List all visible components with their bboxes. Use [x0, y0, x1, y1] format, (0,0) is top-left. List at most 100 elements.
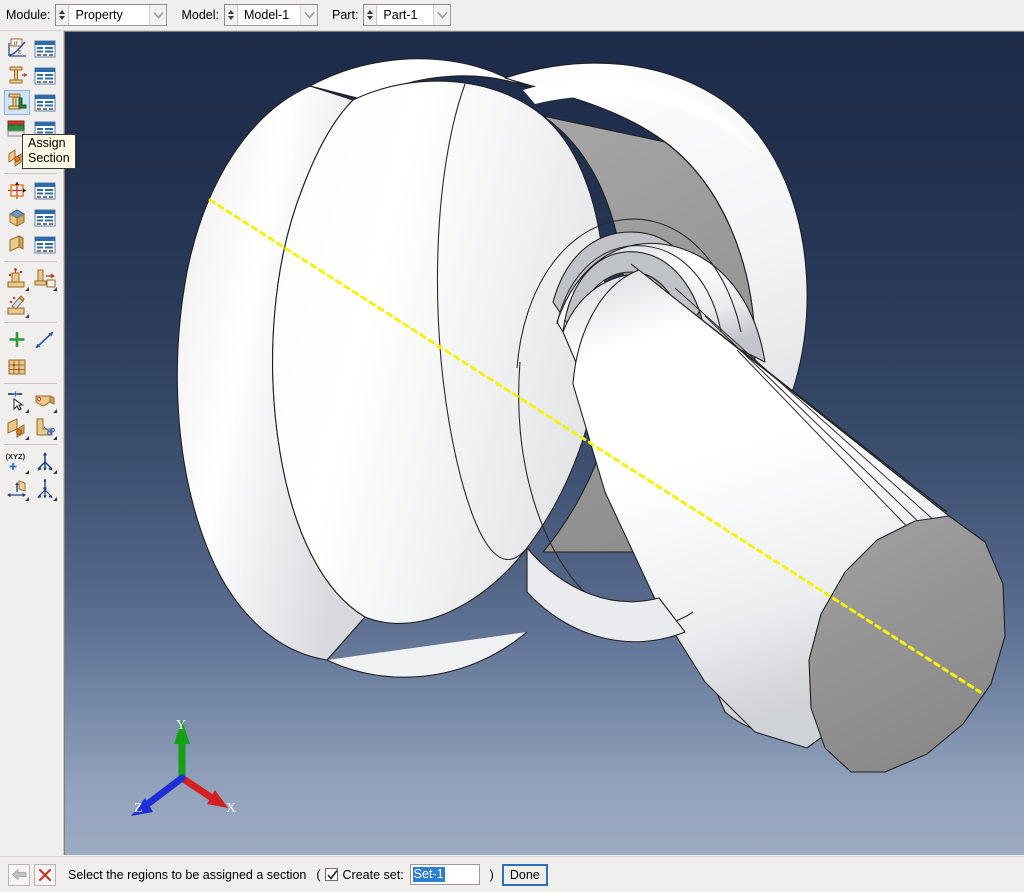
create-datum-axis-button[interactable]: [32, 327, 58, 352]
done-button[interactable]: Done: [501, 863, 548, 886]
triad-label-y: Y: [176, 718, 187, 733]
flyout-marker-icon: [25, 314, 29, 318]
tooltip-line-1: Assign: [28, 136, 66, 150]
model-combo-value: Model-1: [244, 8, 290, 22]
part-spinner[interactable]: [364, 5, 378, 25]
partition-face-button[interactable]: [4, 415, 30, 440]
prompt-open-paren: (: [316, 867, 321, 882]
prompt-close-paren: ): [489, 867, 494, 882]
spinner-down-icon: [228, 16, 235, 20]
part-combo[interactable]: Part-1: [363, 4, 452, 26]
model-viewport[interactable]: Y X Z: [65, 32, 1024, 855]
spinner-up-icon: [228, 10, 235, 14]
set-name-input[interactable]: Set-1: [409, 864, 480, 885]
toolbox-separator: [4, 261, 57, 262]
attribute-display-button[interactable]: [32, 476, 58, 501]
flyout-marker-icon: [25, 497, 29, 501]
assign-section-tooltip: Assign Section: [22, 134, 76, 169]
create-skin-button[interactable]: [4, 178, 30, 203]
toolbox-row: [0, 62, 63, 89]
spinner-down-icon: [59, 16, 66, 20]
toolbox-separator: [4, 444, 57, 445]
cancel-x-icon: [38, 868, 52, 881]
model-label: Model:: [181, 8, 220, 22]
chevron-down-icon[interactable]: [300, 5, 318, 25]
section-manager-button[interactable]: [32, 63, 58, 88]
part-label: Part:: [332, 8, 359, 22]
spinner-down-icon: [367, 16, 374, 20]
svg-text:ε: ε: [18, 48, 22, 56]
model-combo[interactable]: Model-1: [224, 4, 319, 26]
model-spinner[interactable]: [225, 5, 239, 25]
partition-cell-button[interactable]: [32, 415, 58, 440]
material-manager-button[interactable]: [32, 36, 58, 61]
flyout-marker-icon: [25, 287, 29, 291]
assign-section-button[interactable]: [4, 90, 30, 115]
chevron-down-icon[interactable]: [433, 5, 451, 25]
part-selector-group: Part: Part-1: [332, 3, 452, 27]
flyout-marker-icon: [53, 409, 57, 413]
partition-select-button[interactable]: [4, 388, 30, 413]
create-datum-point-button[interactable]: [4, 327, 30, 352]
create-datum-csys-button[interactable]: [4, 354, 30, 379]
assign-inertia-button[interactable]: [32, 266, 58, 291]
viewport-frame: Y X Z: [64, 31, 1024, 855]
toolbox-row: σ ε: [0, 35, 63, 62]
flyout-marker-icon: [25, 436, 29, 440]
spinner-up-icon: [59, 10, 66, 14]
module-label: Module:: [6, 8, 51, 22]
spinner-up-icon: [367, 10, 374, 14]
query-xyz-button[interactable]: (XYZ): [4, 449, 30, 474]
create-set-label: Create set:: [342, 867, 404, 882]
toolbox-separator: [4, 383, 57, 384]
create-set-checkbox[interactable]: [324, 868, 338, 881]
prompt-message: Select the regions to be assigned a sect…: [68, 867, 307, 882]
partition-edge-button[interactable]: [32, 388, 58, 413]
stringer-manager-button[interactable]: [32, 232, 58, 257]
solid-skin-manager-button[interactable]: [32, 205, 58, 230]
cancel-button[interactable]: [34, 863, 56, 886]
create-stringer-button[interactable]: [4, 232, 30, 257]
edit-inertia-button[interactable]: [4, 293, 30, 318]
model-render: [131, 58, 1006, 816]
flyout-marker-icon: [53, 497, 57, 501]
svg-text:σ: σ: [14, 39, 19, 47]
section-assignment-manager-button[interactable]: [32, 90, 58, 115]
create-inertia-button[interactable]: [4, 266, 30, 291]
toolbox-row: [0, 265, 63, 292]
create-section-button[interactable]: [4, 63, 30, 88]
toolbox-row: [0, 353, 63, 380]
triad-label-x: X: [226, 801, 237, 816]
skin-manager-button[interactable]: [32, 178, 58, 203]
part-combo-value: Part-1: [383, 8, 418, 22]
flyout-marker-icon: [53, 470, 57, 474]
module-spinner[interactable]: [56, 5, 70, 25]
module-combo[interactable]: Property: [55, 4, 168, 26]
create-material-button[interactable]: σ ε: [4, 36, 30, 61]
toolbox-separator: [4, 173, 57, 174]
toolbox-row: [0, 326, 63, 353]
prompt-bar: Select the regions to be assigned a sect…: [0, 856, 1024, 892]
set-display-button[interactable]: [32, 449, 58, 474]
toolbox-row: [0, 231, 63, 258]
module-combo-value: Property: [75, 8, 123, 22]
set-name-value: Set-1: [412, 867, 445, 882]
surface-display-button[interactable]: [4, 476, 30, 501]
model-selector-group: Model: Model-1: [181, 3, 319, 27]
flyout-marker-icon: [53, 436, 57, 440]
tooltip-line-2: Section: [28, 151, 70, 165]
toolbox-row: [0, 292, 63, 319]
check-icon: [326, 870, 338, 880]
toolbox-row: (XYZ): [0, 448, 63, 475]
create-solid-skin-button[interactable]: [4, 205, 30, 230]
previous-step-button[interactable]: [8, 863, 30, 886]
toolbox-row: [0, 89, 63, 116]
abaqus-cae-window: Module: Property Model: Model-1 Part: Pa…: [0, 0, 1024, 892]
back-arrow-icon: [12, 869, 27, 880]
flyout-marker-icon: [25, 409, 29, 413]
chevron-down-icon[interactable]: [149, 5, 167, 25]
toolbox-row: [0, 204, 63, 231]
create-set-checkbox-group[interactable]: Create set:: [324, 867, 404, 882]
context-bar: Module: Property Model: Model-1 Part: Pa…: [0, 0, 1024, 31]
toolbox-row: [0, 177, 63, 204]
